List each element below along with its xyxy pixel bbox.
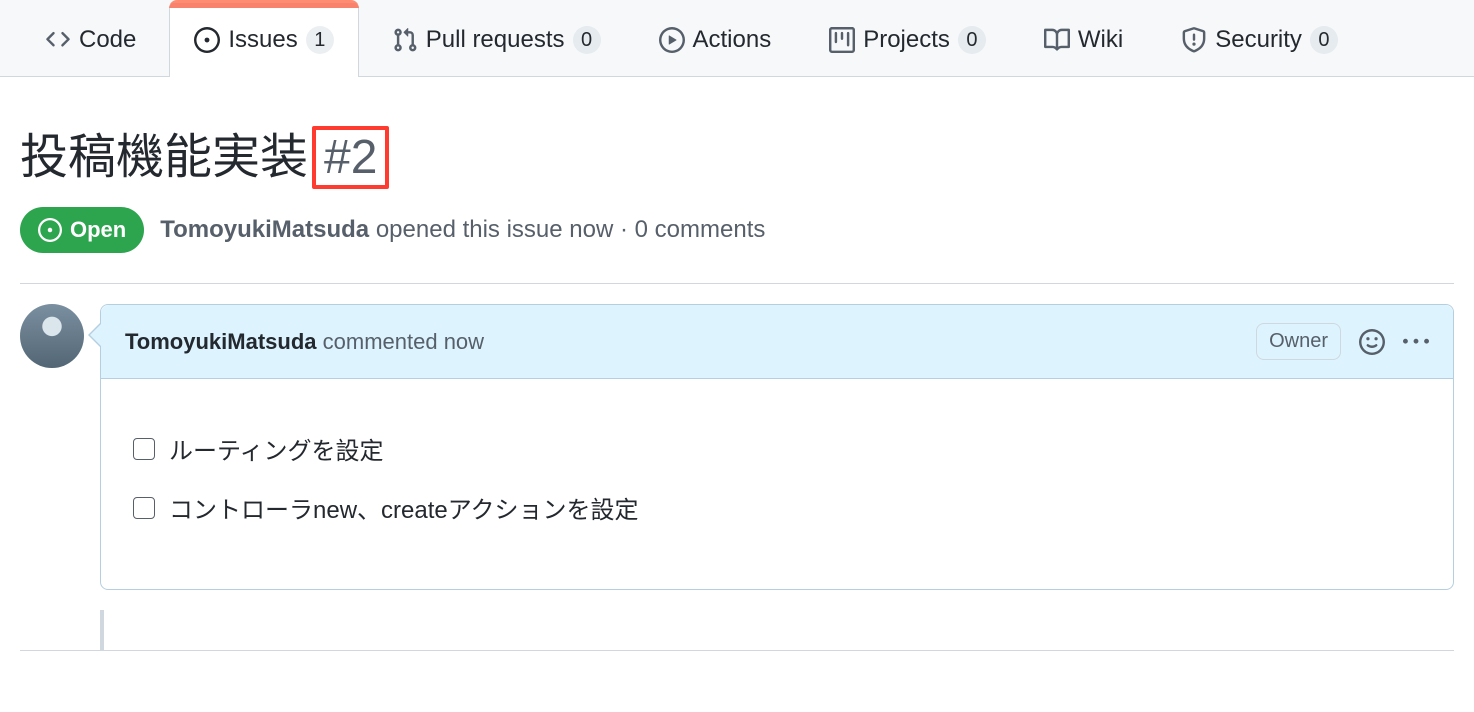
book-icon: [1044, 27, 1070, 53]
play-icon: [659, 27, 685, 53]
timeline-line: [100, 610, 104, 650]
issue-opened-icon: [38, 218, 62, 242]
task-checkbox[interactable]: [133, 497, 155, 519]
tab-actions[interactable]: Actions: [634, 3, 797, 76]
tab-pull-requests[interactable]: Pull requests 0: [367, 3, 626, 76]
shield-icon: [1181, 27, 1207, 53]
projects-count: 0: [958, 26, 986, 54]
tab-actions-label: Actions: [693, 22, 772, 58]
repo-nav: Code Issues 1 Pull requests 0 Actions: [0, 0, 1474, 77]
security-count: 0: [1310, 26, 1338, 54]
owner-badge: Owner: [1256, 323, 1341, 360]
tab-security[interactable]: Security 0: [1156, 3, 1363, 76]
comment-author-link[interactable]: TomoyukiMatsuda: [125, 329, 317, 354]
tab-pr-label: Pull requests: [426, 22, 565, 58]
tab-issues-label: Issues: [228, 22, 297, 58]
state-badge-open: Open: [20, 207, 144, 253]
tab-wiki-label: Wiki: [1078, 22, 1123, 58]
project-icon: [829, 27, 855, 53]
issue-opened-text: opened this issue now · 0 comments: [376, 216, 766, 243]
issue-title-row: 投稿機能実装 #2: [20, 117, 1454, 189]
issue-opened-icon: [194, 27, 220, 53]
issue-author-link[interactable]: TomoyukiMatsuda: [160, 216, 369, 243]
task-item: コントローラnew、createアクションを設定: [133, 490, 1421, 525]
state-label: Open: [70, 217, 126, 243]
kebab-icon[interactable]: [1403, 329, 1429, 355]
comment-body: ルーティングを設定 コントローラnew、createアクションを設定: [101, 379, 1453, 589]
avatar[interactable]: [20, 304, 84, 368]
git-pull-request-icon: [392, 27, 418, 53]
task-checkbox[interactable]: [133, 438, 155, 460]
code-icon: [45, 27, 71, 53]
issue-title: 投稿機能実装: [20, 117, 308, 187]
issue-meta: TomoyukiMatsuda opened this issue now · …: [160, 216, 765, 244]
smiley-icon[interactable]: [1359, 329, 1385, 355]
tab-code-label: Code: [79, 22, 136, 58]
task-label: ルーティングを設定: [169, 431, 384, 466]
tab-wiki[interactable]: Wiki: [1019, 3, 1148, 76]
issues-count: 1: [306, 26, 334, 54]
task-label: コントローラnew、createアクションを設定: [169, 490, 639, 525]
divider: [20, 650, 1454, 651]
comment-time-text: commented now: [323, 329, 484, 354]
issue-number: #2: [312, 126, 389, 189]
tab-security-label: Security: [1215, 22, 1302, 58]
pr-count: 0: [573, 26, 601, 54]
tab-issues[interactable]: Issues 1: [169, 0, 358, 76]
tab-projects[interactable]: Projects 0: [804, 3, 1011, 76]
comment-box: TomoyukiMatsuda commented now Owner ルー: [100, 304, 1454, 590]
task-item: ルーティングを設定: [133, 431, 1421, 466]
tab-code[interactable]: Code: [20, 3, 161, 76]
tab-projects-label: Projects: [863, 22, 950, 58]
